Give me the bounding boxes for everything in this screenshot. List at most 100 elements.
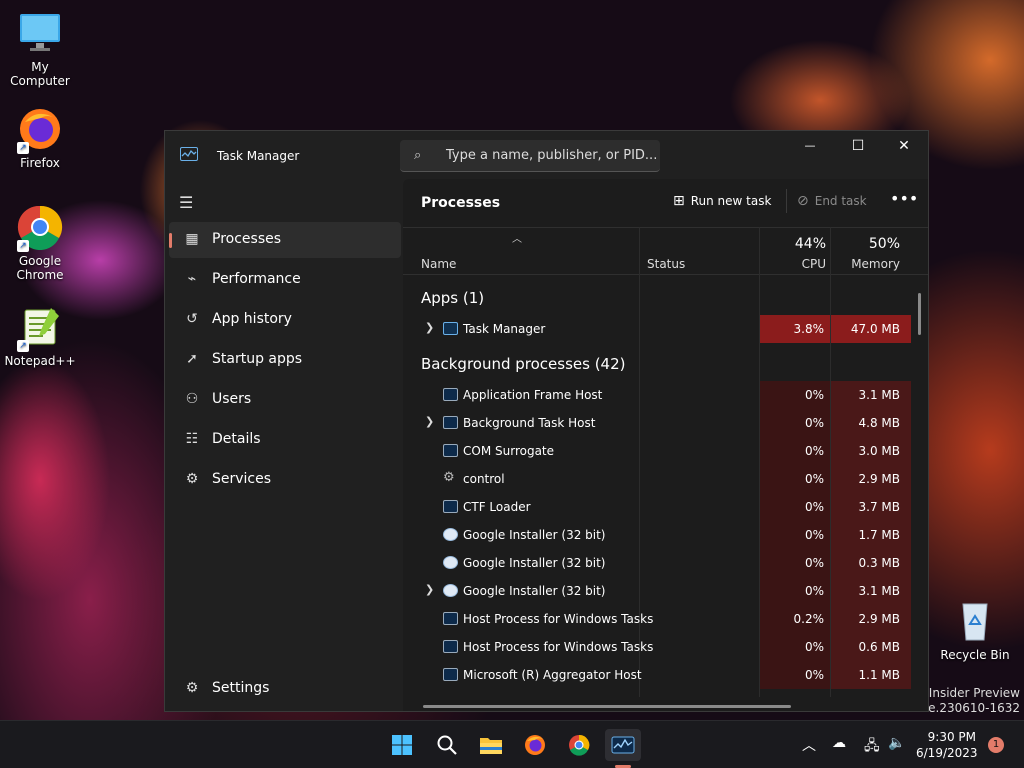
sidebar-item-services[interactable]: ⚙ Services [169, 462, 401, 498]
task-manager-logo-icon [180, 147, 198, 161]
history-icon: ↺ [186, 311, 198, 327]
minimize-button[interactable]: — [787, 131, 833, 163]
desktop-icon-notepadpp[interactable]: ↗ Notepad++ [0, 304, 80, 368]
cpu-total-percent[interactable]: 44% [760, 236, 826, 252]
onedrive-offline-icon[interactable]: ☁ [832, 735, 846, 751]
taskbar-chrome[interactable] [561, 729, 597, 761]
process-name: Google Installer (32 bit) [463, 584, 606, 598]
desktop-icon-label: Firefox [20, 156, 60, 170]
run-new-task-button[interactable]: ⊞ Run new task [673, 193, 771, 209]
notepadpp-icon: ↗ [17, 304, 63, 352]
windows-logo-icon [392, 735, 412, 755]
firefox-icon: ↗ [17, 106, 63, 154]
taskbar-search-button[interactable] [429, 729, 465, 761]
show-hidden-icons-chevron-icon[interactable]: ︿ [802, 735, 816, 755]
table-row[interactable]: Google Installer (32 bit) 0% 1.7 MB [403, 521, 911, 549]
clock-date: 6/19/2023 [916, 746, 978, 760]
window-title: Task Manager [217, 149, 300, 163]
memory-total-percent[interactable]: 50% [831, 236, 900, 252]
hamburger-menu-icon[interactable]: ☰ [179, 193, 193, 212]
table-header: ︿ Name Status 44% CPU 50% Memory [403, 227, 928, 275]
sidebar-item-app-history[interactable]: ↺ App history [169, 302, 401, 338]
column-header-memory[interactable]: Memory [831, 257, 900, 271]
cpu-cell: 0% [760, 493, 830, 521]
task-manager-icon [611, 736, 635, 754]
sidebar-item-label: Settings [212, 680, 270, 696]
end-task-icon: ⊘ [797, 193, 809, 209]
expand-chevron-icon[interactable]: ❯ [425, 321, 434, 334]
window-process-icon [443, 668, 458, 681]
table-row[interactable]: Host Process for Windows Tasks 0.2% 2.9 … [403, 605, 911, 633]
desktop-icon-recycle-bin[interactable]: Recycle Bin [935, 598, 1015, 662]
desktop-icon-google-chrome[interactable]: ↗ Google Chrome [0, 204, 80, 282]
process-name: Host Process for Windows Tasks [463, 612, 654, 626]
cpu-cell: 0% [760, 521, 830, 549]
memory-cell: 4.8 MB [831, 409, 911, 437]
window-process-icon [443, 640, 458, 653]
folder-icon [480, 738, 502, 754]
horizontal-scrollbar[interactable] [423, 705, 791, 708]
start-button[interactable] [384, 729, 420, 761]
table-row[interactable]: COM Surrogate 0% 3.0 MB [403, 437, 911, 465]
taskbar-file-explorer[interactable] [473, 729, 509, 761]
vertical-scrollbar[interactable] [918, 293, 921, 335]
sidebar-item-users[interactable]: ⚇ Users [169, 382, 401, 418]
title-bar[interactable]: Task Manager ⌕ Type a name, publisher, o… [165, 131, 928, 179]
table-row[interactable]: Application Frame Host 0% 3.1 MB [403, 381, 911, 409]
expand-chevron-icon[interactable]: ❯ [425, 583, 434, 596]
sidebar-item-settings[interactable]: ⚙ Settings [169, 671, 401, 707]
more-options-button[interactable]: ••• [890, 189, 918, 208]
window-process-icon [443, 612, 458, 625]
processes-panel: Processes ⊞ Run new task ⊘ End task ••• ︿ … [403, 179, 928, 711]
desktop-icon-label: My Computer [10, 60, 70, 88]
expand-chevron-icon[interactable]: ❯ [425, 415, 434, 428]
sidebar-item-processes[interactable]: ▦ Processes [169, 222, 401, 258]
table-row[interactable]: ❯ Task Manager 3.8% 47.0 MB [403, 315, 911, 343]
column-header-cpu[interactable]: CPU [760, 257, 826, 271]
cpu-cell: 0% [760, 437, 830, 465]
column-header-name[interactable]: Name [421, 257, 456, 271]
table-row[interactable]: Host Process for Windows Tasks 0% 0.6 MB [403, 633, 911, 661]
memory-cell: 3.1 MB [831, 381, 911, 409]
desktop-icon-label: Google Chrome [16, 254, 64, 282]
table-row[interactable]: ❯ Google Installer (32 bit) 0% 3.1 MB [403, 577, 911, 605]
end-task-button[interactable]: ⊘ End task [797, 193, 867, 209]
google-installer-icon [443, 528, 458, 541]
table-row[interactable]: ⚙ control 0% 2.9 MB [403, 465, 911, 493]
sidebar-item-performance[interactable]: ⌁ Performance [169, 262, 401, 298]
network-icon[interactable]: 🖧 [864, 735, 880, 759]
memory-cell: 0.3 MB [831, 549, 911, 577]
desktop-icon-label: Recycle Bin [940, 648, 1010, 662]
close-button[interactable]: ✕ [881, 131, 927, 163]
cpu-cell: 0% [760, 633, 830, 661]
table-row[interactable]: ❯ Background Task Host 0% 4.8 MB [403, 409, 911, 437]
table-row[interactable]: CTF Loader 0% 3.7 MB [403, 493, 911, 521]
process-name: CTF Loader [463, 500, 531, 514]
run-new-task-label: Run new task [690, 194, 772, 208]
sidebar-item-label: Startup apps [212, 351, 303, 367]
cpu-cell: 0% [760, 409, 830, 437]
memory-cell: 3.7 MB [831, 493, 911, 521]
volume-icon[interactable]: 🔈 [888, 735, 905, 751]
search-icon [437, 735, 457, 755]
system-clock[interactable]: 9:30 PM 6/19/2023 [916, 729, 978, 761]
sidebar-item-label: Processes [212, 231, 282, 247]
maximize-button[interactable]: ☐ [835, 131, 881, 163]
sidebar-item-details[interactable]: ☷ Details [169, 422, 401, 458]
shortcut-arrow-icon: ↗ [17, 240, 29, 252]
process-name: Google Installer (32 bit) [463, 528, 606, 542]
column-header-status[interactable]: Status [647, 257, 685, 271]
sidebar-item-startup-apps[interactable]: ➚ Startup apps [169, 342, 401, 378]
table-row[interactable]: Microsoft (R) Aggregator Host 0% 1.1 MB [403, 661, 911, 689]
search-input[interactable]: ⌕ Type a name, publisher, or PID... [400, 140, 660, 172]
process-name: Host Process for Windows Tasks [463, 640, 654, 654]
performance-icon: ⌁ [187, 271, 197, 287]
desktop-icon-my-computer[interactable]: My Computer [0, 10, 80, 88]
desktop-icon-firefox[interactable]: ↗ Firefox [0, 106, 80, 170]
table-row[interactable]: Google Installer (32 bit) 0% 0.3 MB [403, 549, 911, 577]
services-icon: ⚙ [185, 471, 199, 487]
taskbar-firefox[interactable] [517, 729, 553, 761]
taskbar-task-manager[interactable] [605, 729, 641, 761]
notification-badge[interactable]: 1 [988, 737, 1004, 753]
cpu-cell: 0% [760, 549, 830, 577]
